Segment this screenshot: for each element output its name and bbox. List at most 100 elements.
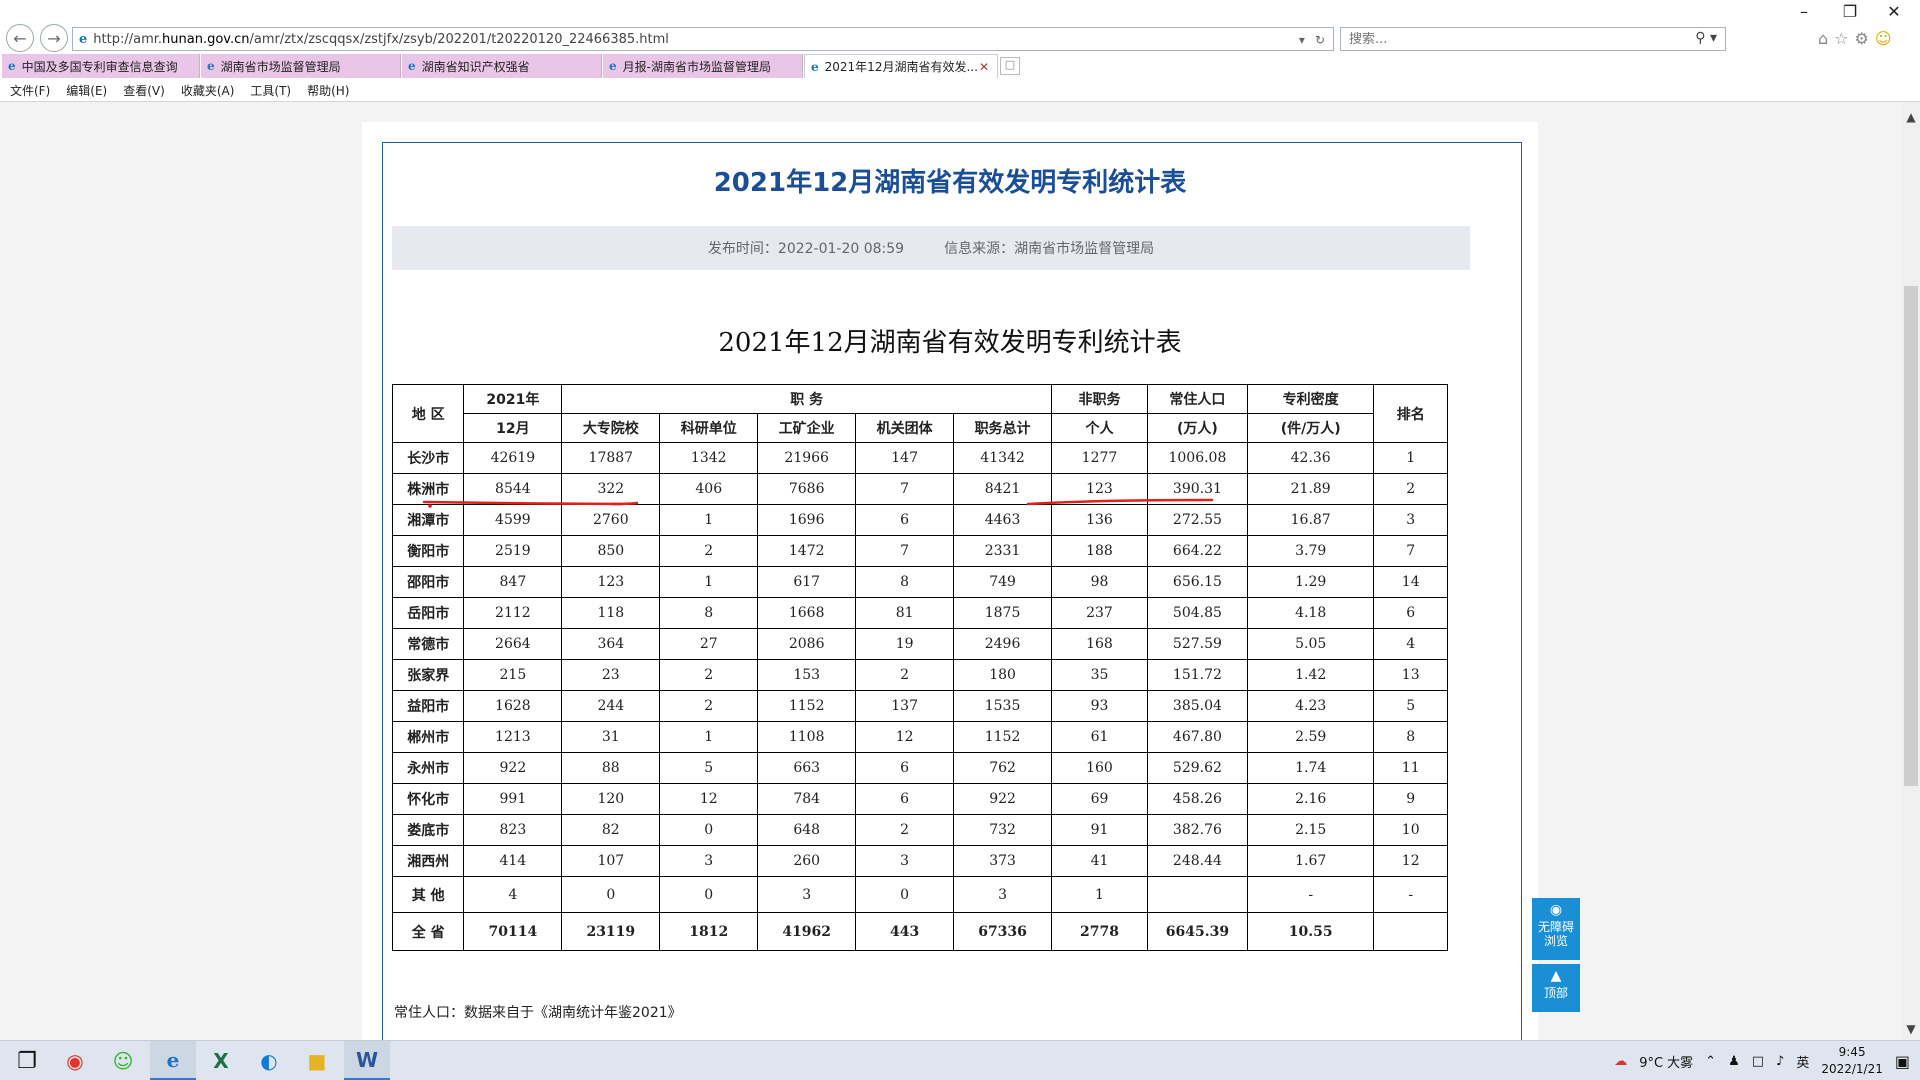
minimize-button[interactable]: – bbox=[1786, 2, 1822, 21]
taskbar-ie[interactable]: e bbox=[150, 1041, 196, 1080]
menu-favorites[interactable]: 收藏夹(A) bbox=[181, 82, 235, 99]
feedback-smiley-icon[interactable]: ☺ bbox=[1875, 29, 1892, 48]
refresh-icon[interactable]: ↻ bbox=[1315, 33, 1325, 47]
header-density-line1: 专利密度 bbox=[1246, 384, 1375, 414]
weather-text[interactable]: 9°C 大雾 bbox=[1639, 1052, 1693, 1071]
taskbar-chrome[interactable]: ◉ bbox=[52, 1041, 98, 1080]
table-cell: 260 bbox=[757, 845, 857, 877]
vertical-scrollbar[interactable]: ▲ ▼ bbox=[1902, 102, 1920, 1040]
volume-icon[interactable]: ♪ bbox=[1776, 1054, 1784, 1069]
table-cell: 3 bbox=[953, 876, 1053, 913]
scroll-up-arrow-icon[interactable]: ▲ bbox=[1902, 110, 1920, 124]
table-cell: 8 bbox=[1373, 721, 1448, 753]
table-cell: 664.22 bbox=[1146, 535, 1248, 567]
menu-file[interactable]: 文件(F) bbox=[10, 82, 50, 99]
tab-label: 湖南省市场监督管理局 bbox=[220, 59, 341, 74]
settings-gear-icon[interactable]: ⚙ bbox=[1855, 29, 1869, 48]
table-row: 岳阳市 2112 118 8 1668 81 1875 237 504.85 4.18 6 bbox=[391, 597, 1448, 629]
table-cell: 272.55 bbox=[1146, 504, 1248, 536]
search-input[interactable] bbox=[1349, 31, 1679, 47]
browser-chrome: ← → e http://amr.hunan.gov.cn/amr/ztx/zs… bbox=[0, 0, 1920, 102]
table-cell: 3 bbox=[757, 876, 857, 913]
start-button[interactable]: ❐ bbox=[4, 1041, 50, 1080]
restore-button[interactable]: ❐ bbox=[1832, 2, 1868, 21]
table-row: 怀化市 991 120 12 784 6 922 69 458.26 2.16 9 bbox=[391, 783, 1448, 815]
table-cell: 2 bbox=[659, 690, 759, 722]
header-region: 地 区 bbox=[391, 384, 465, 443]
table-cell: 160 bbox=[1051, 752, 1148, 784]
table-cell: 31 bbox=[561, 721, 661, 753]
header-universities: 大专院校 bbox=[561, 413, 661, 443]
ime-indicator[interactable]: 英 bbox=[1796, 1052, 1809, 1071]
table-row: 郴州市 1213 31 1 1108 12 1152 61 467.80 2.59 8 bbox=[391, 721, 1448, 753]
table-cell: 12 bbox=[659, 783, 759, 815]
table-cell: 1152 bbox=[953, 721, 1053, 753]
table-cell: 67336 bbox=[953, 912, 1053, 951]
menu-view[interactable]: 查看(V) bbox=[123, 82, 165, 99]
notifications-icon[interactable]: ▣ bbox=[1895, 1052, 1910, 1071]
tray-expand-icon[interactable]: ⌃ bbox=[1705, 1054, 1716, 1069]
menu-edit[interactable]: 编辑(E) bbox=[66, 82, 107, 99]
favorites-star-icon[interactable]: ☆ bbox=[1834, 29, 1848, 48]
patent-stats-table: 地 区 2021年 职 务 非职务 常住人口 专利密度 排名 12月 大专院校 … bbox=[391, 384, 1448, 951]
address-bar[interactable]: e http://amr.hunan.gov.cn/amr/ztx/zscqqs… bbox=[72, 27, 1334, 51]
table-cell: 8544 bbox=[463, 473, 563, 505]
dropdown-icon[interactable]: ▾ bbox=[1299, 33, 1305, 47]
header-population-line2: (万人) bbox=[1146, 413, 1248, 443]
menu-bar: 文件(F) 编辑(E) 查看(V) 收藏夹(A) 工具(T) 帮助(H) bbox=[0, 80, 349, 100]
tab-ip-province[interactable]: e 湖南省知识产权强省 bbox=[402, 54, 602, 78]
clock[interactable]: 9:45 2022/1/21 bbox=[1821, 1044, 1883, 1078]
new-tab-button[interactable]: □ bbox=[1000, 57, 1020, 75]
tab-close-icon[interactable]: ✕ bbox=[979, 60, 989, 74]
home-icon[interactable]: ⌂ bbox=[1818, 29, 1828, 48]
tab-hunan-amr[interactable]: e 湖南省市场监督管理局 bbox=[201, 54, 401, 78]
accessibility-button[interactable]: ◉ 无障碍 浏览 bbox=[1532, 898, 1580, 960]
taskbar-file-explorer[interactable]: ■ bbox=[294, 1041, 340, 1080]
scroll-down-arrow-icon[interactable]: ▼ bbox=[1902, 1022, 1920, 1036]
tab-monthly-report[interactable]: e 月报-湖南省市场监督管理局 bbox=[603, 54, 803, 78]
scroll-thumb[interactable] bbox=[1904, 286, 1918, 786]
table-cell: 458.26 bbox=[1146, 783, 1248, 815]
table-cell: 2.59 bbox=[1246, 721, 1375, 753]
table-cell: 847 bbox=[463, 566, 563, 598]
close-window-button[interactable]: ✕ bbox=[1876, 2, 1912, 21]
tab-current-page[interactable]: e 2021年12月湖南省有效发... ✕ bbox=[804, 54, 998, 78]
table-cell: 922 bbox=[953, 783, 1053, 815]
menu-tools[interactable]: 工具(T) bbox=[250, 82, 291, 99]
table-cell: 10 bbox=[1373, 814, 1448, 846]
taskbar-word[interactable]: W bbox=[344, 1041, 390, 1080]
menu-help[interactable]: 帮助(H) bbox=[307, 82, 349, 99]
network-icon[interactable]: □ bbox=[1752, 1054, 1764, 1069]
table-row-other: 其 他4003031-- bbox=[391, 876, 1448, 913]
tab-patent-query[interactable]: e 中国及多国专利审查信息查询 bbox=[2, 54, 200, 78]
table-body: 长沙市 42619 17887 1342 21966 147 41342 1277 1006.0… bbox=[391, 442, 1448, 951]
table-row: 常德市 2664 364 27 2086 19 2496 168 527.59 5.05 4 bbox=[391, 628, 1448, 660]
table-cell: 1 bbox=[659, 721, 759, 753]
table-cell: 5 bbox=[659, 752, 759, 784]
taskbar-wechat[interactable]: ☺ bbox=[100, 1041, 146, 1080]
up-arrow-icon: ▲ bbox=[1550, 968, 1562, 984]
search-icon[interactable]: ⚲ ▾ bbox=[1695, 30, 1717, 46]
region-cell: 湘潭市 bbox=[391, 504, 465, 536]
table-row: 邵阳市 847 123 1 617 8 749 98 656.15 1.29 14 bbox=[391, 566, 1448, 598]
back-to-top-button[interactable]: ▲ 顶部 bbox=[1532, 964, 1580, 1012]
table-cell: 21.89 bbox=[1246, 473, 1375, 505]
taskbar-excel[interactable]: X bbox=[198, 1041, 244, 1080]
table-cell: 2 bbox=[855, 659, 955, 691]
region-cell: 娄底市 bbox=[391, 814, 465, 846]
person-icon[interactable]: ♟ bbox=[1728, 1054, 1740, 1069]
table-cell: 244 bbox=[561, 690, 661, 722]
taskbar-edge[interactable]: ◐ bbox=[246, 1041, 292, 1080]
back-button[interactable]: ← bbox=[6, 24, 34, 52]
table-cell: 107 bbox=[561, 845, 661, 877]
search-box[interactable]: ⚲ ▾ bbox=[1340, 27, 1726, 51]
table-cell: 3.79 bbox=[1246, 535, 1375, 567]
table-cell: 6 bbox=[855, 504, 955, 536]
table-cell: 1213 bbox=[463, 721, 563, 753]
table-cell: 4.23 bbox=[1246, 690, 1375, 722]
table-cell: 2.15 bbox=[1246, 814, 1375, 846]
forward-button[interactable]: → bbox=[40, 24, 68, 52]
clock-date: 2022/1/21 bbox=[1821, 1062, 1883, 1076]
table-cell: 382.76 bbox=[1146, 814, 1248, 846]
table-cell: 9 bbox=[1373, 783, 1448, 815]
